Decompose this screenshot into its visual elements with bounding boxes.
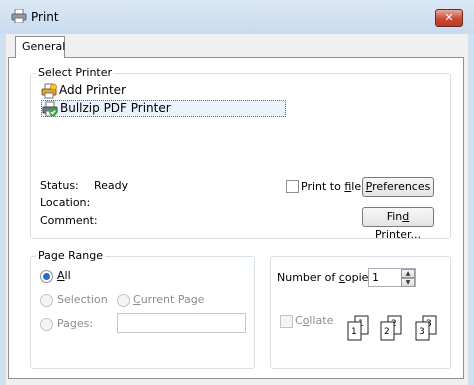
printer-name: Add Printer xyxy=(59,83,126,97)
select-printer-label: Select Printer xyxy=(36,66,115,79)
all-radio[interactable] xyxy=(40,270,53,283)
printer-icon xyxy=(11,9,27,23)
collate-page-number: 1 xyxy=(351,327,357,337)
collate-label: Collate xyxy=(295,314,334,327)
title-bar: Print ✕ xyxy=(0,0,474,34)
current-page-label: Current Page xyxy=(133,293,205,306)
printer-item-bullzip[interactable]: Bullzip PDF Printer xyxy=(41,100,286,117)
tab-general[interactable]: General xyxy=(15,36,65,58)
find-printer-button[interactable]: Find Printer... xyxy=(362,207,434,241)
select-printer-group: Select Printer Add Printer Bullzip PDF P… xyxy=(30,66,451,241)
selection-label: Selection xyxy=(57,293,108,306)
copies-decrement-button[interactable]: ▼ xyxy=(401,278,415,287)
tab-general-label: General xyxy=(22,40,66,53)
pages-input[interactable] xyxy=(117,313,246,333)
copies-group: Number of copies: 1 ▲ ▼ Collate 1 1 2 xyxy=(270,256,451,369)
dialog-body: General Select Printer Add Printer Bullz… xyxy=(6,34,468,385)
preferences-button[interactable]: Preferences xyxy=(362,177,434,197)
collate-set-3: 3 3 xyxy=(415,315,437,341)
window-title: Print xyxy=(31,10,59,24)
copies-increment-button[interactable]: ▲ xyxy=(401,269,415,278)
all-label[interactable]: All xyxy=(57,269,71,282)
printer-name: Bullzip PDF Printer xyxy=(60,101,171,115)
add-printer-icon xyxy=(41,83,57,99)
pages-label: Pages: xyxy=(57,317,94,330)
print-to-file-checkbox[interactable] xyxy=(286,180,299,193)
collate-page-number: 3 xyxy=(419,327,425,337)
current-page-radio[interactable] xyxy=(117,294,130,307)
pdf-printer-icon xyxy=(42,101,58,117)
collate-illustration: 1 1 2 2 3 3 xyxy=(347,315,437,341)
close-icon: ✕ xyxy=(444,11,454,24)
close-button[interactable]: ✕ xyxy=(435,9,463,27)
comment-label: Comment: xyxy=(40,214,98,227)
page-range-label: Page Range xyxy=(36,249,105,262)
status-label: Status: xyxy=(40,179,79,192)
print-to-file-label[interactable]: Print to file xyxy=(301,180,361,193)
number-of-copies-label: Number of copies: xyxy=(277,271,378,284)
collate-checkbox[interactable] xyxy=(280,315,293,328)
page-range-group: Page Range All Selection Current Page Pa… xyxy=(30,249,255,369)
status-value: Ready xyxy=(94,179,129,192)
collate-set-2: 2 2 xyxy=(380,315,402,341)
location-label: Location: xyxy=(40,196,91,209)
selection-radio[interactable] xyxy=(40,294,53,307)
collate-set-1: 1 1 xyxy=(347,315,369,341)
collate-page-number: 2 xyxy=(384,327,390,337)
general-tab-page: Select Printer Add Printer Bullzip PDF P… xyxy=(8,57,464,379)
radio-selected-dot xyxy=(43,273,50,280)
pages-radio[interactable] xyxy=(40,318,53,331)
printer-item-add-printer[interactable]: Add Printer xyxy=(41,83,161,99)
